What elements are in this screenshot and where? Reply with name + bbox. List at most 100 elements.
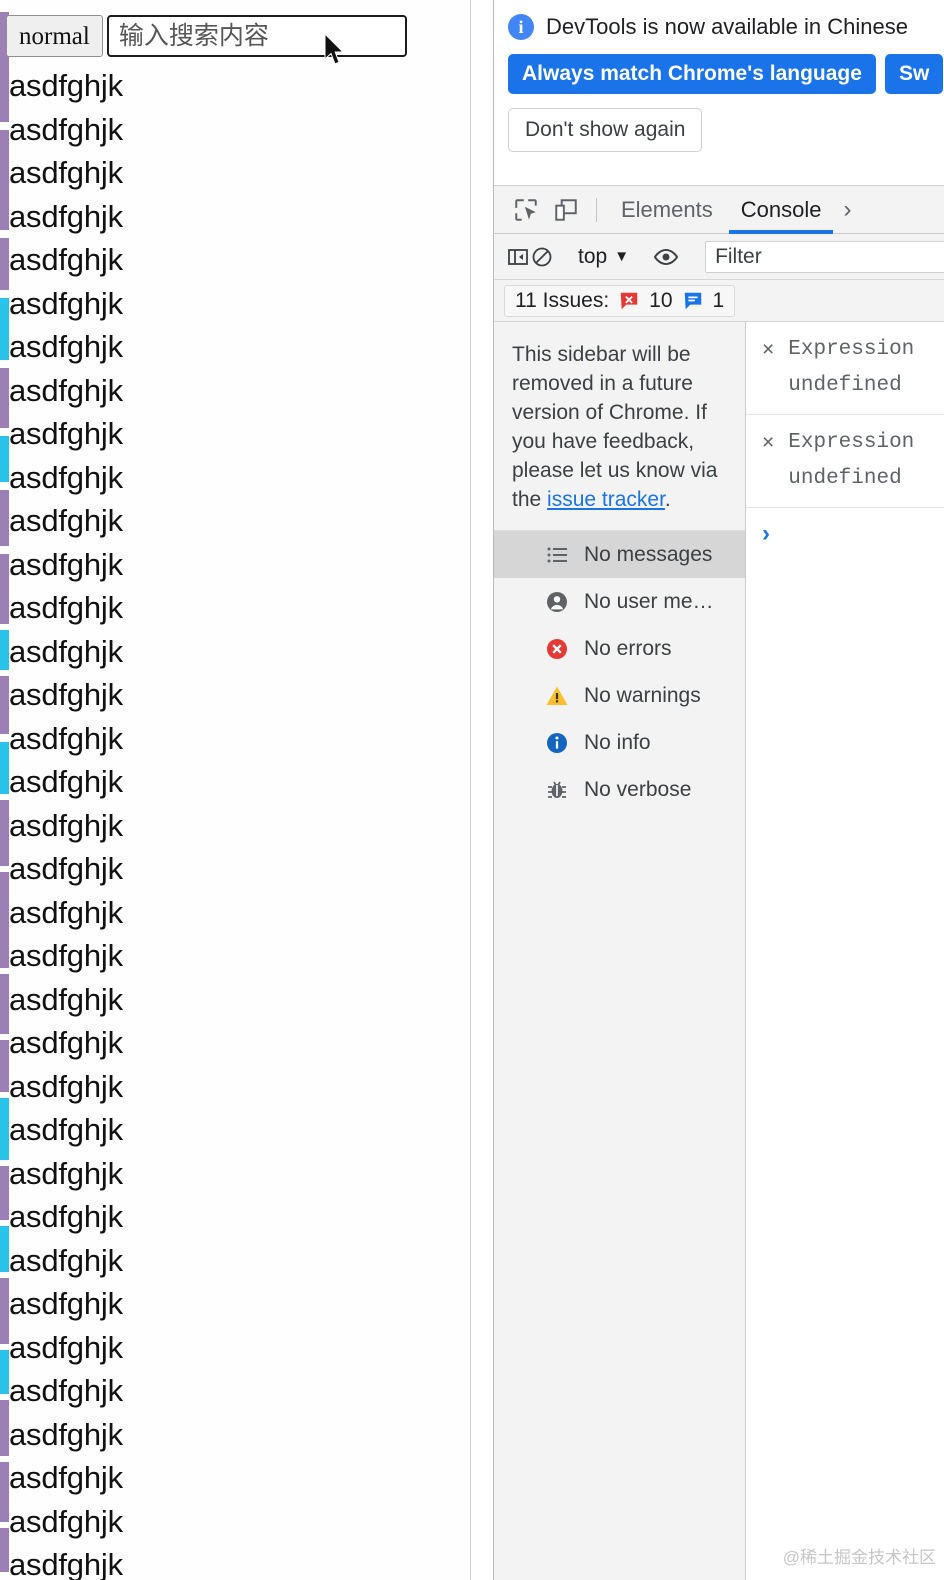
clear-console-icon[interactable] bbox=[530, 239, 554, 275]
console-sidebar-toggle-icon[interactable] bbox=[506, 239, 530, 275]
toolbar-divider bbox=[596, 197, 597, 222]
device-toolbar-icon[interactable] bbox=[546, 192, 586, 228]
console-output: × Expression undefined × Expression undefined… bbox=[746, 322, 944, 1580]
console-expression-label: Expression bbox=[788, 338, 915, 361]
list-item: asdfghjk bbox=[9, 1329, 123, 1365]
list-item: asdfghjk bbox=[9, 155, 123, 190]
devtools-panel: i DevTools is now available in Chinese A… bbox=[493, 0, 944, 1580]
tab-elements[interactable]: Elements bbox=[607, 186, 727, 234]
list-item: asdfghjk bbox=[9, 1503, 123, 1539]
tab-console[interactable]: Console bbox=[727, 186, 836, 234]
list-item: asdfghjk bbox=[9, 1199, 123, 1234]
list-item: asdfghjk bbox=[9, 807, 123, 843]
more-tabs-icon[interactable]: › bbox=[835, 196, 859, 224]
console-message-text: Expression undefined bbox=[788, 425, 914, 497]
inspect-element-icon[interactable] bbox=[506, 192, 546, 228]
execution-context-selector[interactable]: top ▼ bbox=[574, 245, 633, 269]
remove-expression-icon[interactable]: × bbox=[762, 332, 774, 368]
list-item: asdfghjk bbox=[9, 1286, 123, 1321]
find-match-tick bbox=[0, 368, 9, 428]
find-match-tick bbox=[0, 1400, 9, 1456]
sidebar-item-list[interactable]: No messages bbox=[494, 531, 745, 578]
list-item: asdfghjk bbox=[9, 938, 123, 973]
web-page-pane: normal asdfghjk asdfghjk asdfghjk asdfghjk a… bbox=[0, 0, 470, 1580]
sidebar-item-label: No errors bbox=[584, 636, 672, 660]
list-item: asdfghjk bbox=[9, 1373, 123, 1408]
console-message-text: Expression undefined bbox=[788, 332, 914, 404]
list-item: asdfghjk bbox=[9, 981, 123, 1017]
sidebar-filter-list: No messages No user me… No errors No warnin… bbox=[494, 530, 745, 813]
sidebar-deprecation-note: This sidebar will be removed in a future… bbox=[494, 322, 745, 530]
find-match-tick bbox=[0, 872, 9, 968]
info-icon bbox=[544, 730, 570, 756]
pane-divider[interactable] bbox=[470, 0, 493, 1580]
devtools-language-infobar: i DevTools is now available in Chinese A… bbox=[494, 0, 944, 186]
list-item: asdfghjk bbox=[9, 242, 123, 277]
always-match-chrome-language-button[interactable]: Always match Chrome's language bbox=[508, 54, 876, 94]
normal-mode-button[interactable]: normal bbox=[6, 15, 103, 57]
find-match-tick bbox=[0, 1098, 9, 1160]
find-match-tick bbox=[0, 130, 9, 230]
sidebar-item-label: No info bbox=[584, 730, 651, 754]
find-match-tick bbox=[0, 630, 9, 670]
issue-tracker-link[interactable]: issue tracker bbox=[547, 488, 665, 511]
list-item: asdfghjk bbox=[9, 1416, 123, 1452]
console-expression-value: undefined bbox=[788, 467, 902, 490]
sidebar-item-label: No verbose bbox=[584, 777, 692, 801]
issues-bar[interactable]: 11 Issues: 10 1 bbox=[494, 280, 944, 322]
find-match-tick bbox=[0, 1166, 9, 1220]
list-item: asdfghjk bbox=[9, 1547, 123, 1580]
list-item: asdfghjk bbox=[9, 633, 123, 669]
list-item: asdfghjk bbox=[9, 459, 123, 495]
list-item: asdfghjk bbox=[9, 720, 123, 756]
console-message-row: × Expression undefined bbox=[746, 322, 944, 415]
find-match-tick bbox=[0, 742, 9, 794]
find-match-tickmark-strip[interactable] bbox=[0, 0, 9, 1580]
sidebar-item-error[interactable]: No errors bbox=[494, 625, 745, 672]
sidebar-item-person[interactable]: No user me… bbox=[494, 578, 745, 625]
person-icon bbox=[544, 589, 570, 615]
list-item: asdfghjk bbox=[9, 764, 123, 799]
screenshot-root: normal asdfghjk asdfghjk asdfghjk asdfghjk a… bbox=[0, 0, 944, 1580]
prompt-chevron-icon: › bbox=[762, 520, 770, 547]
live-expression-icon[interactable] bbox=[653, 239, 679, 275]
list-item: asdfghjk bbox=[9, 851, 123, 886]
find-match-tick bbox=[0, 1462, 9, 1522]
dont-show-again-button[interactable]: Don't show again bbox=[508, 108, 703, 152]
sidebar-item-info[interactable]: No info bbox=[494, 719, 745, 766]
console-filter-input[interactable] bbox=[705, 240, 944, 273]
remove-expression-icon[interactable]: × bbox=[762, 425, 774, 461]
issue-info-icon bbox=[684, 292, 701, 309]
find-match-tick bbox=[0, 554, 9, 624]
switch-devtools-language-button[interactable]: Sw bbox=[884, 54, 944, 94]
sidebar-item-label: No user me… bbox=[584, 589, 714, 613]
list-item: asdfghjk bbox=[9, 1242, 123, 1278]
info-icon: i bbox=[508, 14, 534, 40]
list-icon bbox=[544, 542, 570, 568]
infobar-action-row: Always match Chrome's language Sw bbox=[508, 54, 944, 94]
list-item: asdfghjk bbox=[9, 285, 123, 321]
console-expression-label: Expression bbox=[788, 431, 915, 454]
console-prompt[interactable]: › bbox=[746, 508, 944, 560]
console-sidebar: This sidebar will be removed in a future… bbox=[494, 322, 746, 1580]
infobar-message: DevTools is now available in Chinese bbox=[546, 14, 908, 39]
console-body: This sidebar will be removed in a future… bbox=[494, 322, 944, 1580]
issues-summary[interactable]: 11 Issues: 10 1 bbox=[504, 284, 736, 317]
find-match-tick bbox=[0, 676, 9, 734]
sidebar-note-text: This sidebar will be removed in a future… bbox=[512, 343, 718, 511]
find-match-tick bbox=[0, 1226, 9, 1272]
find-match-tick bbox=[0, 436, 9, 482]
list-item: asdfghjk bbox=[9, 677, 123, 712]
console-expression-value: undefined bbox=[788, 374, 902, 397]
warning-icon bbox=[544, 683, 570, 709]
find-match-tick bbox=[0, 238, 9, 290]
issue-info-count: 1 bbox=[712, 288, 725, 312]
find-match-tick bbox=[0, 1278, 9, 1344]
list-item: asdfghjk bbox=[9, 1112, 123, 1147]
search-input[interactable] bbox=[106, 15, 407, 57]
sidebar-item-bug[interactable]: No verbose bbox=[494, 766, 745, 813]
console-message-row: × Expression undefined bbox=[746, 415, 944, 508]
sidebar-item-warning[interactable]: No warnings bbox=[494, 672, 745, 719]
issue-error-icon bbox=[620, 292, 638, 309]
console-toolbar: top ▼ bbox=[494, 234, 944, 280]
